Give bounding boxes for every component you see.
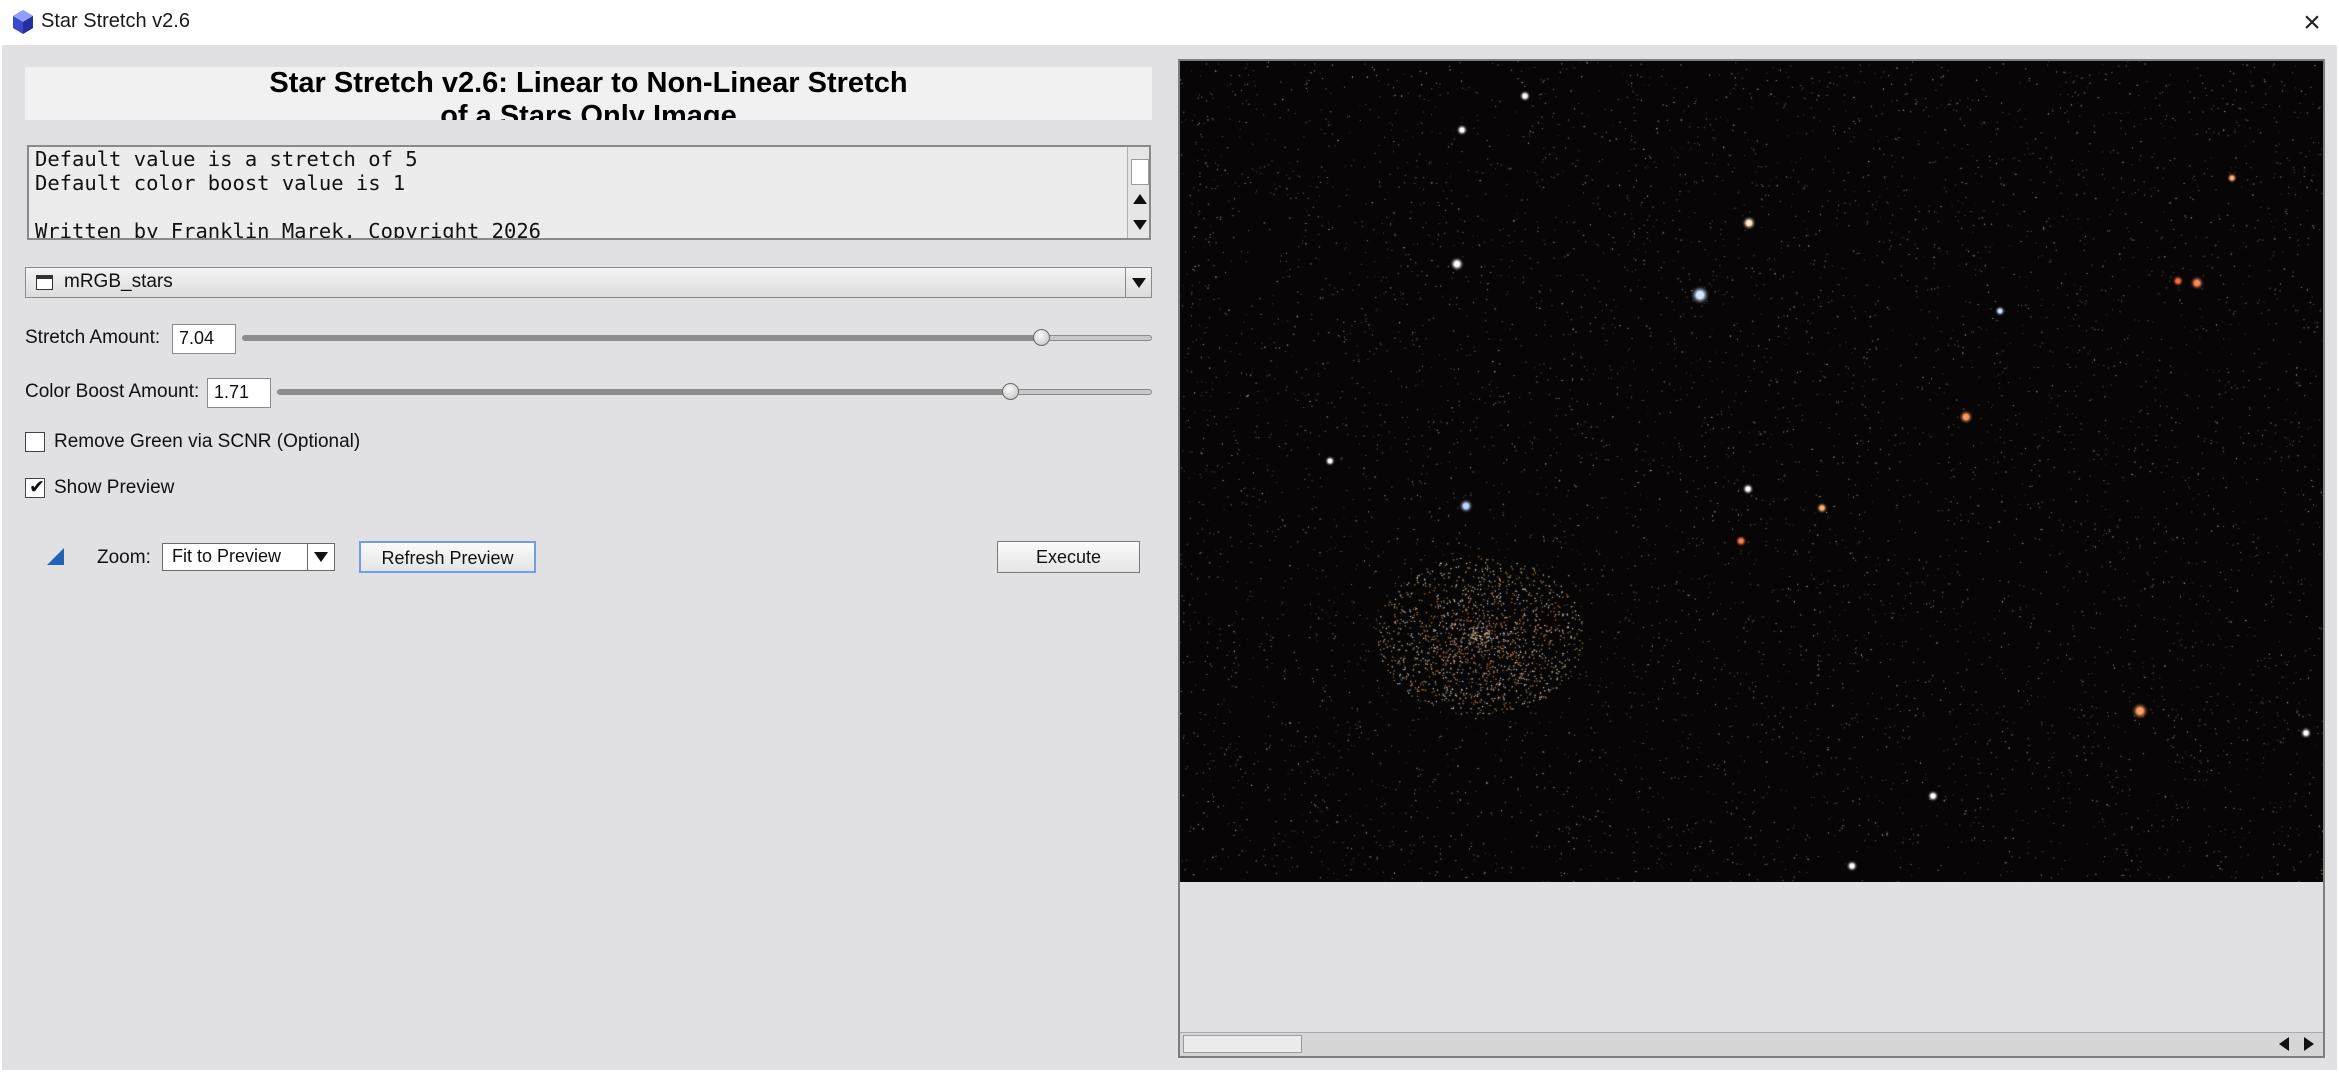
stretch-slider-handle[interactable] [1033,329,1051,346]
refresh-preview-button[interactable]: Refresh Preview [359,541,536,573]
dropdown-button[interactable] [1125,268,1152,297]
preview-horizontal-scrollbar[interactable] [1180,1032,2323,1056]
scroll-right-icon[interactable] [2304,1037,2314,1051]
image-window-icon [36,275,53,290]
chevron-down-icon [314,552,328,562]
zoom-dropdown-button[interactable] [307,544,334,570]
color-boost-input[interactable]: 1.71 [207,378,271,408]
window-title: Star Stretch v2.6 [41,10,190,32]
scroll-left-icon[interactable] [2279,1037,2289,1051]
show-preview-checkbox[interactable]: ✔ [25,476,45,498]
info-text: Default value is a stretch of 5 Default … [35,147,542,240]
window-title-bar[interactable]: Star Stretch v2.6 × [0,0,2339,45]
close-icon[interactable]: × [2290,5,2334,41]
scroll-down-icon[interactable] [1133,220,1147,230]
header-title-line1: Star Stretch v2.6: Linear to Non-Linear … [269,67,908,99]
info-text-box[interactable]: Default value is a stretch of 5 Default … [27,145,1151,240]
zoom-dropdown[interactable]: Fit to Preview [162,543,335,571]
scroll-up-icon[interactable] [1133,194,1147,204]
scrollbar-thumb[interactable] [1183,1035,1302,1053]
pixinsight-app-icon [13,10,33,34]
color-boost-label: Color Boost Amount: [25,381,200,402]
view-selector-value: mRGB_stars [64,271,173,292]
stretch-amount-input[interactable]: 7.04 [172,324,236,354]
chevron-down-icon [1132,278,1146,288]
execute-button[interactable]: Execute [997,541,1140,573]
view-selector-dropdown[interactable]: mRGB_stars [25,267,1152,298]
script-header: Star Stretch v2.6: Linear to Non-Linear … [25,67,1152,120]
stretch-amount-label: Stretch Amount: [25,327,161,348]
star-field-preview-image[interactable] [1180,61,2323,882]
info-vertical-scrollbar[interactable] [1127,147,1149,238]
color-boost-slider[interactable] [277,383,1152,400]
new-instance-triangle-icon[interactable] [47,548,64,565]
zoom-label: Zoom: [97,547,151,568]
slider-fill [278,390,1012,394]
zoom-dropdown-value: Fit to Preview [172,546,282,566]
stretch-amount-slider[interactable] [242,329,1152,346]
slider-fill [243,336,1043,340]
star-field-canvas [1180,61,2323,882]
scnr-checkbox[interactable] [25,432,45,452]
header-title-line2: of a Stars Only Image [440,100,737,120]
checkmark-icon: ✔ [29,476,45,498]
scnr-label[interactable]: Remove Green via SCNR (Optional) [54,431,360,453]
show-preview-label[interactable]: Show Preview [54,477,174,499]
scrollbar-thumb[interactable] [1131,159,1149,185]
